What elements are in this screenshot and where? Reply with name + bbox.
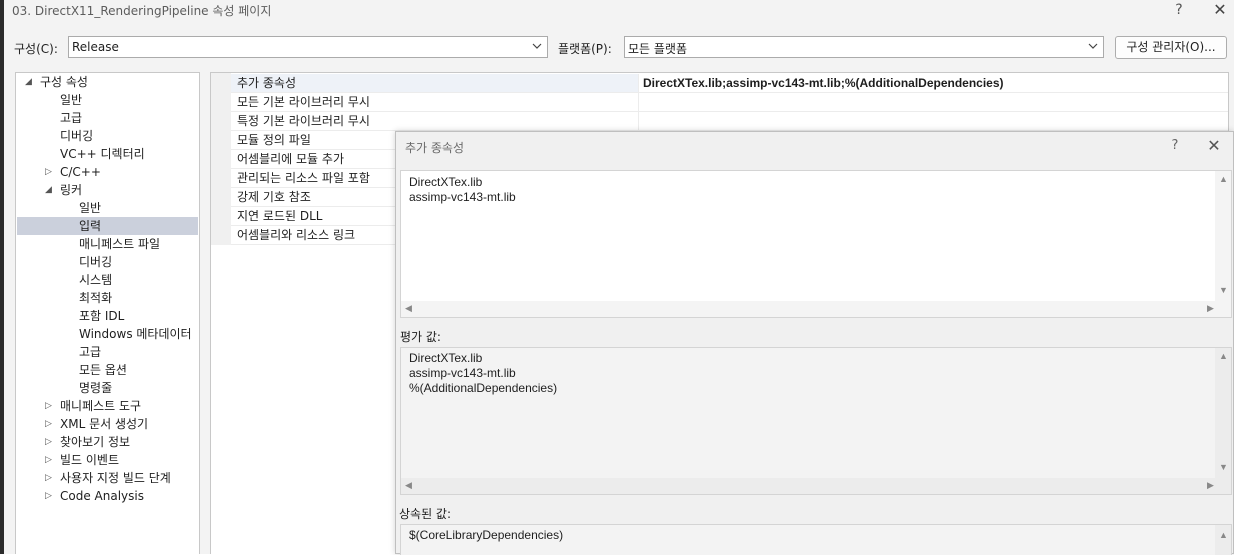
dialog-close-button[interactable]: ✕ bbox=[1204, 136, 1224, 155]
grid-gutter bbox=[211, 73, 231, 245]
evaluated-value-box: DirectXTex.lib assimp-vc143-mt.lib %(Add… bbox=[400, 347, 1232, 495]
tree-item-label: Code Analysis bbox=[60, 489, 144, 503]
tree-item-label: 일반 bbox=[60, 93, 83, 107]
tree-item-label: 고급 bbox=[79, 345, 102, 359]
tree-item-linker-input[interactable]: 입력 bbox=[17, 217, 198, 235]
expand-triangle-icon[interactable]: ▷ bbox=[45, 397, 52, 415]
config-label: 구성(C): bbox=[14, 42, 58, 56]
property-name: 모든 기본 라이브러리 무시 bbox=[231, 93, 639, 111]
dialog-title: 추가 종속성 bbox=[405, 141, 465, 155]
scroll-right-icon[interactable]: ▶ bbox=[1207, 303, 1214, 314]
property-row[interactable]: 추가 종속성 DirectXTex.lib;assimp-vc143-mt.li… bbox=[231, 74, 1228, 93]
property-name: 추가 종속성 bbox=[231, 74, 639, 92]
edit-line: assimp-vc143-mt.lib bbox=[409, 190, 516, 204]
dialog-help-button[interactable]: ? bbox=[1166, 138, 1184, 153]
evaluated-line: assimp-vc143-mt.lib bbox=[409, 366, 516, 380]
horizontal-scrollbar[interactable]: ◀ ▶ bbox=[401, 301, 1231, 317]
expand-triangle-icon[interactable]: ▷ bbox=[45, 433, 52, 451]
property-value[interactable]: DirectXTex.lib;assimp-vc143-mt.lib;%(Add… bbox=[643, 74, 1004, 92]
configuration-manager-button[interactable]: 구성 관리자(O)... bbox=[1115, 36, 1227, 59]
vertical-scrollbar[interactable]: ▲ bbox=[1215, 525, 1231, 555]
scroll-right-icon[interactable]: ▶ bbox=[1207, 480, 1214, 491]
property-tree: ◢ 구성 속성 일반 고급 디버깅 VC++ 디렉터리 ▷ C/C++ ◢ 링커… bbox=[15, 72, 200, 554]
help-button[interactable]: ? bbox=[1169, 0, 1189, 20]
tree-item-label: 찾아보기 정보 bbox=[60, 435, 131, 449]
collapse-triangle-icon[interactable]: ◢ bbox=[45, 181, 52, 199]
scroll-left-icon[interactable]: ◀ bbox=[405, 303, 412, 314]
dependencies-edit-box[interactable]: DirectXTex.lib assimp-vc143-mt.lib ▲ ▼ ◀… bbox=[400, 170, 1232, 318]
tree-item-label: 명령줄 bbox=[79, 381, 113, 395]
chevron-down-icon bbox=[532, 43, 542, 49]
title-bar: 03. DirectX11_RenderingPipeline 속성 페이지 ?… bbox=[4, 0, 1234, 22]
tree-item-label: 포함 IDL bbox=[79, 309, 125, 323]
tree-item-label: Windows 메타데이터 bbox=[79, 327, 192, 341]
expand-triangle-icon[interactable]: ▷ bbox=[45, 469, 52, 487]
scroll-up-icon[interactable]: ▲ bbox=[1219, 530, 1228, 540]
expand-triangle-icon[interactable]: ▷ bbox=[45, 415, 52, 433]
evaluated-line: DirectXTex.lib bbox=[409, 351, 483, 365]
platform-label: 플랫폼(P): bbox=[558, 42, 612, 56]
horizontal-scrollbar[interactable]: ◀ ▶ bbox=[401, 478, 1231, 494]
tree-item-label: 시스템 bbox=[79, 273, 113, 287]
tree-root-label: 구성 속성 bbox=[40, 75, 88, 89]
tree-item-label: 모든 옵션 bbox=[79, 363, 127, 377]
expand-triangle-icon[interactable]: ▷ bbox=[45, 163, 52, 181]
property-name: 특정 기본 라이브러리 무시 bbox=[231, 112, 639, 130]
vertical-scrollbar[interactable]: ▲ ▼ bbox=[1215, 171, 1231, 301]
inherited-line: $(CoreLibraryDependencies) bbox=[409, 528, 564, 542]
vertical-scrollbar[interactable]: ▲ ▼ bbox=[1215, 348, 1231, 478]
tree-item-label: 사용자 지정 빌드 단계 bbox=[60, 471, 171, 485]
chevron-down-icon bbox=[1088, 43, 1098, 49]
scroll-up-icon[interactable]: ▲ bbox=[1219, 351, 1228, 361]
config-value: Release bbox=[72, 40, 119, 54]
scroll-down-icon[interactable]: ▼ bbox=[1219, 462, 1228, 472]
property-row[interactable]: 모든 기본 라이브러리 무시 bbox=[231, 93, 1228, 112]
tree-item-label: 일반 bbox=[79, 201, 102, 215]
tree-item-label: VC++ 디렉터리 bbox=[60, 147, 145, 161]
tree-item-label: 매니페스트 파일 bbox=[79, 237, 161, 251]
edit-line: DirectXTex.lib bbox=[409, 175, 483, 189]
inherited-value-label: 상속된 값: bbox=[399, 507, 452, 521]
expand-triangle-icon[interactable]: ▷ bbox=[45, 451, 52, 469]
tree-item-label: 빌드 이벤트 bbox=[60, 453, 120, 467]
window-title: 03. DirectX11_RenderingPipeline 속성 페이지 bbox=[12, 4, 272, 18]
platform-combobox[interactable]: 모든 플랫폼 bbox=[624, 36, 1104, 58]
tree-item-label: C/C++ bbox=[60, 165, 101, 179]
platform-value: 모든 플랫폼 bbox=[628, 42, 688, 56]
property-row[interactable]: 특정 기본 라이브러리 무시 bbox=[231, 112, 1228, 131]
tree-item-label: 매니페스트 도구 bbox=[60, 399, 142, 413]
tree-item-label: XML 문서 생성기 bbox=[60, 417, 149, 431]
evaluated-value-label: 평가 값: bbox=[400, 330, 441, 344]
close-button[interactable]: ✕ bbox=[1209, 0, 1231, 20]
scroll-left-icon[interactable]: ◀ bbox=[405, 480, 412, 491]
tree-item-label: 디버깅 bbox=[79, 255, 113, 269]
background-edge bbox=[0, 0, 4, 554]
tree-item-label: 입력 bbox=[79, 219, 102, 233]
collapse-triangle-icon[interactable]: ◢ bbox=[25, 73, 32, 91]
inherited-value-box: $(CoreLibraryDependencies) ▲ bbox=[400, 524, 1232, 555]
expand-triangle-icon[interactable]: ▷ bbox=[45, 487, 52, 505]
evaluated-line: %(AdditionalDependencies) bbox=[409, 381, 558, 395]
tree-item-label: 링커 bbox=[60, 183, 83, 197]
additional-dependencies-dialog: 추가 종속성 ? ✕ DirectXTex.lib assimp-vc143-m… bbox=[395, 131, 1234, 555]
scroll-up-icon[interactable]: ▲ bbox=[1219, 174, 1228, 184]
tree-item-label: 고급 bbox=[60, 111, 83, 125]
scroll-down-icon[interactable]: ▼ bbox=[1219, 285, 1228, 295]
config-combobox[interactable]: Release bbox=[68, 36, 548, 58]
property-pages-window: 03. DirectX11_RenderingPipeline 속성 페이지 ?… bbox=[0, 0, 1234, 555]
tree-item-label: 최적화 bbox=[79, 291, 113, 305]
tree-item-label: 디버깅 bbox=[60, 129, 94, 143]
